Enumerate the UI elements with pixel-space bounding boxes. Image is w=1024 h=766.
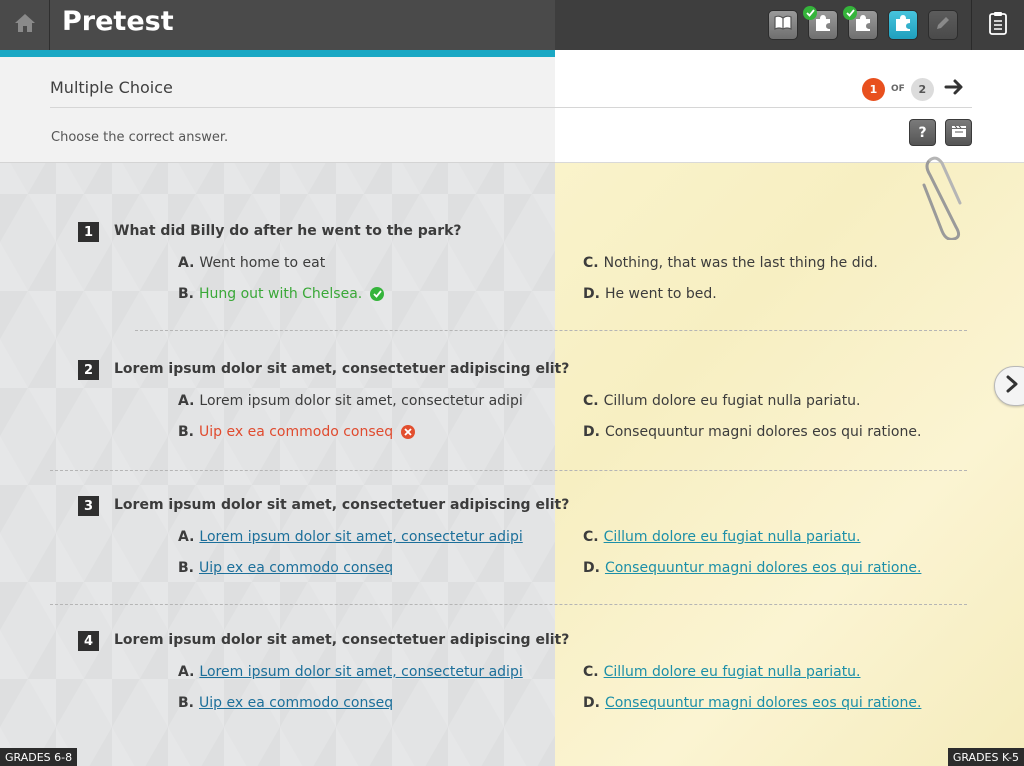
question-text: What did Billy do after he went to the p… <box>114 223 462 239</box>
puzzle-button-1[interactable] <box>803 6 838 40</box>
answer-option-b[interactable]: B. Hung out with Chelsea. <box>178 286 385 302</box>
home-button[interactable] <box>0 0 50 50</box>
question-text: Lorem ipsum dolor sit amet, consectetuer… <box>114 497 570 513</box>
divider <box>50 604 967 605</box>
question-text: Lorem ipsum dolor sit amet, consectetuer… <box>114 632 570 648</box>
help-button[interactable]: ? <box>909 119 936 146</box>
check-circle-icon <box>370 287 385 301</box>
pencil-button[interactable] <box>928 10 958 40</box>
book-icon <box>773 15 793 35</box>
answer-option-d[interactable]: D. Consequuntur magni dolores eos qui ra… <box>583 560 921 576</box>
chevron-right-icon <box>1005 375 1019 397</box>
instructions: Choose the correct answer. <box>51 130 229 145</box>
answer-option-b[interactable]: B. Uip ex ea commodo conseq <box>178 424 416 440</box>
answer-option-b[interactable]: B. Uip ex ea commodo conseq <box>178 695 393 711</box>
arrow-right-icon <box>944 78 966 100</box>
clipboard-button[interactable] <box>972 0 1024 50</box>
puzzle-icon <box>893 13 913 37</box>
puzzle-button-2[interactable] <box>843 6 878 40</box>
clapperboard-icon <box>951 124 967 142</box>
answer-option-a[interactable]: A. Lorem ipsum dolor sit amet, consectet… <box>178 393 523 409</box>
grade-badge-right: GRADES K-5 <box>947 748 1024 766</box>
next-page-button[interactable] <box>944 79 966 99</box>
video-button[interactable] <box>945 119 972 146</box>
pager: 1 OF 2 <box>862 77 966 101</box>
answer-option-c[interactable]: C. Cillum dolore eu fugiat nulla pariatu… <box>583 393 861 409</box>
answer-option-b[interactable]: B. Uip ex ea commodo conseq <box>178 560 393 576</box>
accent-strip <box>0 50 555 57</box>
divider <box>135 330 967 331</box>
answer-option-d[interactable]: D. Consequuntur magni dolores eos qui ra… <box>583 424 921 440</box>
check-icon <box>803 6 817 20</box>
divider <box>50 470 967 471</box>
puzzle-button-3[interactable] <box>888 10 918 40</box>
answer-option-d[interactable]: D. He went to bed. <box>583 286 717 302</box>
page-current[interactable]: 1 <box>862 77 885 101</box>
page-title: Pretest <box>62 6 174 37</box>
help-label: ? <box>918 124 927 141</box>
section-title: Multiple Choice <box>50 78 173 97</box>
answer-option-a[interactable]: A. Went home to eat <box>178 255 325 271</box>
answer-option-c[interactable]: C. Cillum dolore eu fugiat nulla pariatu… <box>583 664 861 680</box>
answer-option-d[interactable]: D. Consequuntur magni dolores eos qui ra… <box>583 695 921 711</box>
question-number: 1 <box>78 222 99 242</box>
check-icon <box>843 6 857 20</box>
question-number: 3 <box>78 496 99 516</box>
clipboard-icon <box>988 11 1008 39</box>
book-button[interactable] <box>768 10 798 40</box>
answer-option-a[interactable]: A. Lorem ipsum dolor sit amet, consectet… <box>178 664 523 680</box>
answer-option-a[interactable]: A. Lorem ipsum dolor sit amet, consectet… <box>178 529 523 545</box>
header-divider <box>50 107 972 108</box>
header-panel: Multiple Choice Choose the correct answe… <box>0 50 1024 163</box>
top-bar: Pretest <box>0 0 1024 50</box>
question-text: Lorem ipsum dolor sit amet, consectetuer… <box>114 361 570 377</box>
page-of-label: OF <box>891 84 905 94</box>
x-circle-icon <box>401 425 416 439</box>
grade-badge-left: GRADES 6-8 <box>0 748 78 766</box>
paperclip-icon <box>920 155 970 244</box>
home-icon <box>13 12 37 38</box>
question-number: 4 <box>78 631 99 651</box>
answer-option-c[interactable]: C. Nothing, that was the last thing he d… <box>583 255 878 271</box>
page-total[interactable]: 2 <box>910 77 934 101</box>
question-number: 2 <box>78 360 99 380</box>
pencil-icon <box>934 14 952 36</box>
answer-option-c[interactable]: C. Cillum dolore eu fugiat nulla pariatu… <box>583 529 861 545</box>
